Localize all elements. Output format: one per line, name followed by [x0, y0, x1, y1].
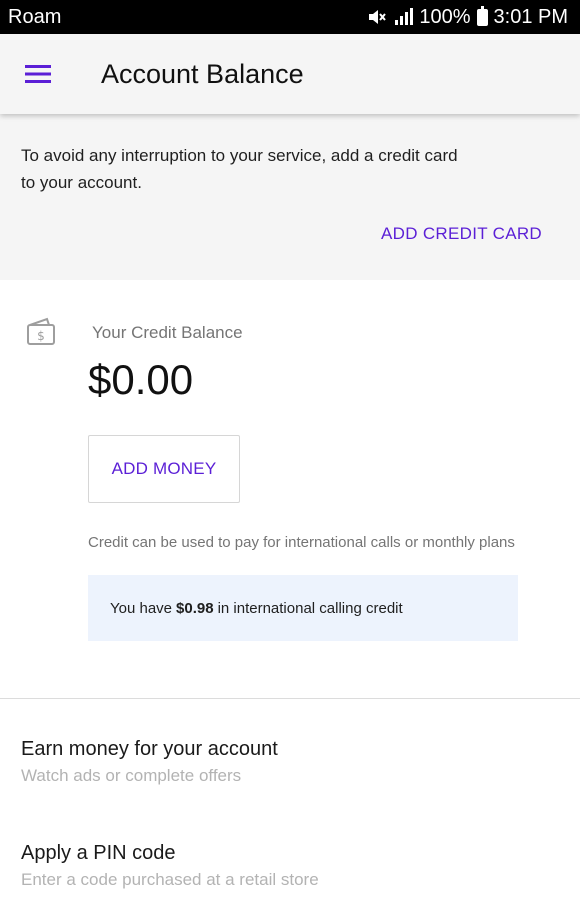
status-bar: Roam 100% 3:01 PM — [0, 0, 580, 34]
earn-money-option[interactable]: Earn money for your account Watch ads or… — [0, 724, 580, 814]
credit-card-notice: To avoid any interruption to your servic… — [0, 114, 580, 280]
credit-balance-label: Your Credit Balance — [92, 323, 243, 342]
notice-text: To avoid any interruption to your servic… — [21, 146, 458, 192]
intl-credit-amount: $0.98 — [176, 599, 214, 617]
add-money-button[interactable]: ADD MONEY — [88, 435, 240, 503]
intl-credit-prefix: You have — [110, 599, 173, 617]
intl-credit-suffix: in international calling credit — [217, 599, 403, 617]
app-bar: Account Balance — [0, 34, 580, 114]
section-divider — [0, 698, 580, 699]
add-credit-card-button[interactable]: ADD CREDIT CARD — [381, 224, 542, 244]
svg-text:$: $ — [37, 329, 45, 343]
status-icons: 100% 3:01 PM — [367, 5, 568, 29]
battery-percent: 100% — [419, 5, 471, 28]
hamburger-menu-icon[interactable] — [8, 44, 68, 104]
carrier-label: Roam — [8, 5, 62, 28]
credit-balance-section: $ Your Credit Balance $0.00 ADD MONEY Cr… — [0, 280, 580, 700]
earn-money-title: Earn money for your account — [21, 738, 278, 760]
credit-balance-amount: $0.00 — [88, 356, 194, 403]
apply-pin-subtitle: Enter a code purchased at a retail store — [21, 870, 319, 889]
battery-icon — [476, 5, 488, 26]
international-credit-info: You have $0.98 in international calling … — [88, 575, 518, 641]
credit-usage-note: Credit can be used to pay for internatio… — [88, 534, 515, 551]
earn-money-subtitle: Watch ads or complete offers — [21, 766, 242, 785]
clock: 3:01 PM — [493, 5, 568, 28]
page-title: Account Balance — [101, 58, 304, 89]
mute-icon — [367, 8, 387, 26]
wallet-icon: $ — [25, 317, 57, 352]
signal-icon — [393, 8, 414, 26]
apply-pin-title: Apply a PIN code — [21, 842, 176, 864]
apply-pin-option[interactable]: Apply a PIN code Enter a code purchased … — [0, 828, 580, 918]
